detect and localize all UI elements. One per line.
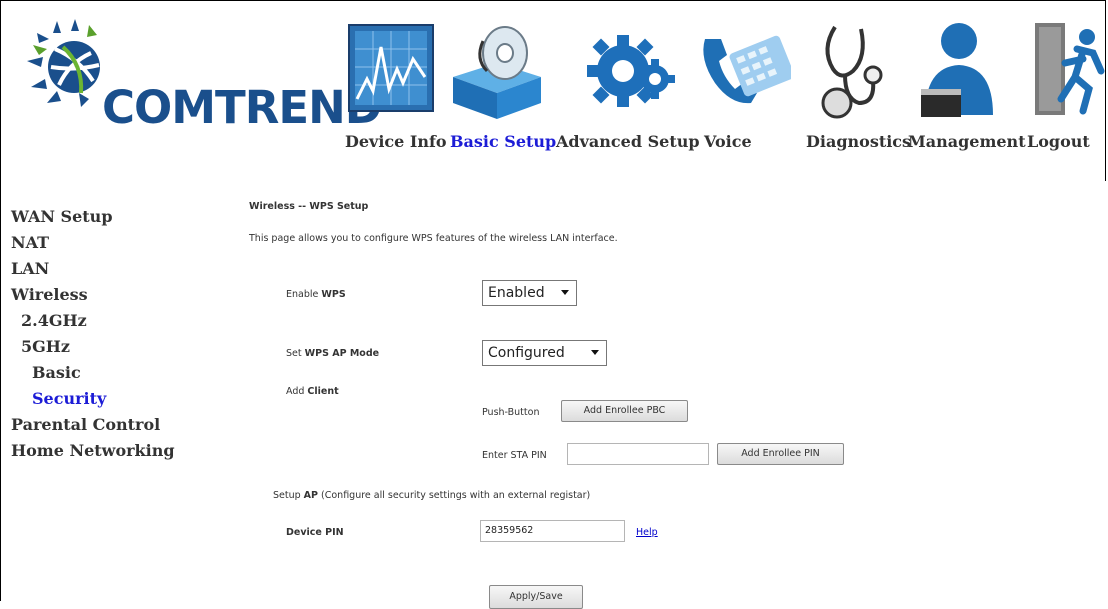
setup-ap-suffix: (Configure all security settings with an… [318,490,591,501]
sidebar-item-wireless[interactable]: Wireless [11,285,88,304]
add-enrollee-pbc-button[interactable]: Add Enrollee PBC [561,400,688,422]
push-button-label: Push-Button [482,407,540,418]
setup-ap-label: Setup AP (Configure all security setting… [273,490,590,501]
apply-save-button[interactable]: Apply/Save [489,585,583,609]
diagnostics-icon[interactable] [815,19,885,119]
enable-wps-bold: WPS [321,289,346,300]
advanced-setup-icon[interactable] [583,19,675,119]
sidebar-item-2-4ghz[interactable]: 2.4GHz [21,311,87,330]
device-pin-field[interactable]: 28359562 [480,520,625,542]
setup-ap-prefix: Setup [273,490,304,501]
basic-setup-icon[interactable] [447,19,545,119]
set-ap-mode-prefix: Set [286,348,305,359]
nav-advanced-setup[interactable]: Advanced Setup [556,132,700,151]
set-wps-ap-mode-label: Set WPS AP Mode [286,348,379,359]
enable-wps-select[interactable]: Enabled [482,280,577,306]
nav-management[interactable]: Management [908,132,1026,151]
chevron-down-icon [591,350,599,355]
wps-ap-mode-select[interactable]: Configured [482,340,607,366]
page-description: This page allows you to configure WPS fe… [249,233,618,244]
device-info-icon[interactable] [345,19,437,119]
page-title: Wireless -- WPS Setup [249,201,369,212]
sta-pin-input[interactable] [567,443,709,465]
enable-wps-value: Enabled [488,285,545,301]
header: COMTREND Device Info Basic Setup Advance… [1,1,1105,181]
set-ap-mode-bold: WPS AP Mode [304,348,380,359]
enter-sta-pin-label: Enter STA PIN [482,450,547,461]
wps-ap-mode-value: Configured [488,345,565,361]
sidebar-item-5ghz[interactable]: 5GHz [21,337,70,356]
sidebar-item-basic[interactable]: Basic [32,363,81,382]
device-pin-label: Device PIN [286,527,344,538]
sidebar-item-security[interactable]: Security [32,389,106,408]
add-client-bold: Client [307,386,339,397]
sidebar: WAN Setup NAT LAN Wireless 2.4GHz 5GHz B… [1,181,206,603]
nav-logout[interactable]: Logout [1027,132,1090,151]
sidebar-item-parental-control[interactable]: Parental Control [11,415,160,434]
add-enrollee-pin-button[interactable]: Add Enrollee PIN [717,443,844,465]
chevron-down-icon [561,290,569,295]
nav-voice[interactable]: Voice [704,132,752,151]
management-icon[interactable] [917,19,1001,119]
enable-wps-prefix: Enable [286,289,322,300]
sidebar-item-nat[interactable]: NAT [11,233,49,252]
add-client-label: Add Client [286,386,339,397]
add-client-prefix: Add [286,386,308,397]
enable-wps-label: Enable WPS [286,289,346,300]
sidebar-item-lan[interactable]: LAN [11,259,49,278]
sidebar-item-wan-setup[interactable]: WAN Setup [11,207,113,226]
main-content: Wireless -- WPS Setup This page allows y… [207,181,1106,609]
nav-diagnostics[interactable]: Diagnostics [806,132,911,151]
nav-device-info[interactable]: Device Info [345,132,447,151]
setup-ap-bold: AP [303,490,318,501]
brand-name: COMTREND [102,81,382,134]
nav-basic-setup[interactable]: Basic Setup [450,132,556,151]
voice-icon[interactable] [695,19,791,119]
logout-icon[interactable] [1031,19,1107,119]
sidebar-item-home-networking[interactable]: Home Networking [11,441,175,460]
help-link[interactable]: Help [636,527,658,538]
